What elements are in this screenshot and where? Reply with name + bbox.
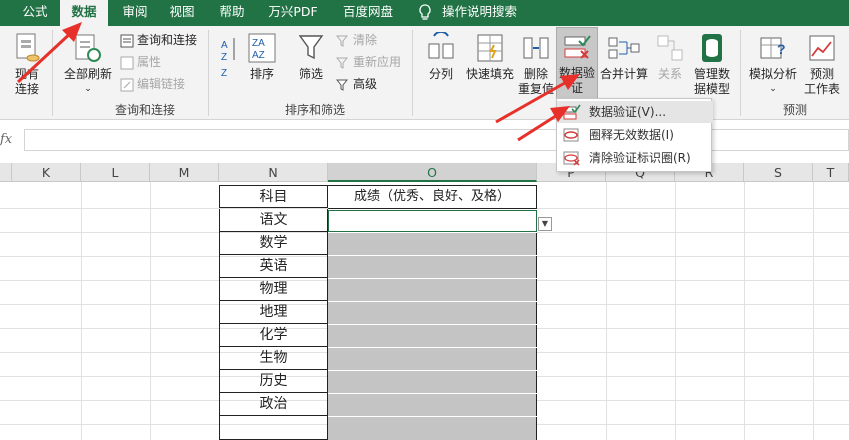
annotation-arrow-data-validation-button: [495, 74, 580, 124]
annotation-arrows: [16, 22, 580, 142]
annotation-arrow-menu-item: [517, 106, 570, 142]
annotation-arrow-data-tab: [16, 22, 82, 84]
